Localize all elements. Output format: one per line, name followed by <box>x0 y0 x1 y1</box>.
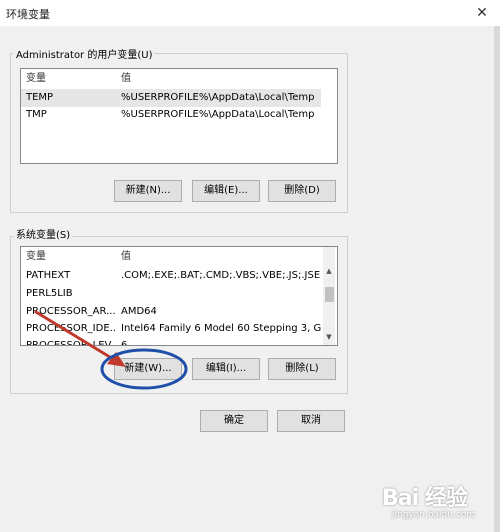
variable-name: PROCESSOR_LEV... <box>26 340 116 346</box>
window-title: 环境变量 <box>6 8 50 21</box>
close-icon[interactable]: ✕ <box>464 0 500 26</box>
system-variables-label: 系统变量(S) <box>14 226 73 241</box>
variable-name: TEMP <box>26 92 54 103</box>
variable-name: PERL5LIB <box>26 288 73 299</box>
variable-name: PATHEXT <box>26 270 71 281</box>
table-row[interactable]: TMP %USERPROFILE%\AppData\Local\Temp <box>21 106 321 124</box>
system-variables-list[interactable]: 变量 值 PATHEXT .COM;.EXE;.BAT;.CMD;.VBS;.V… <box>20 246 338 346</box>
system-list-scrollbar[interactable]: ▲ ▼ <box>323 247 335 345</box>
table-row[interactable]: PERL5LIB <box>21 285 321 303</box>
column-name-header[interactable]: 变量 <box>26 248 116 266</box>
user-new-button[interactable]: 新建(N)... <box>114 180 182 202</box>
user-variables-label: Administrator 的用户变量(U) <box>14 46 155 61</box>
scroll-down-icon[interactable]: ▼ <box>323 333 335 341</box>
table-row[interactable]: PATHEXT .COM;.EXE;.BAT;.CMD;.VBS;.VBE;.J… <box>21 267 321 285</box>
variable-value: .COM;.EXE;.BAT;.CMD;.VBS;.VBE;.JS;.JSE;.… <box>121 270 321 281</box>
cancel-button[interactable]: 取消 <box>277 410 345 432</box>
window-edge <box>494 26 500 532</box>
user-delete-button[interactable]: 删除(D) <box>268 180 336 202</box>
variable-value: Intel64 Family 6 Model 60 Stepping 3, G.… <box>121 323 321 334</box>
user-variables-list[interactable]: 变量 值 TEMP %USERPROFILE%\AppData\Local\Te… <box>20 68 338 164</box>
list-header: 变量 值 <box>21 70 337 88</box>
variable-name: PROCESSOR_IDE... <box>26 323 116 334</box>
system-new-button[interactable]: 新建(W)... <box>114 358 182 380</box>
variable-name: PROCESSOR_AR... <box>26 306 116 317</box>
system-delete-button[interactable]: 删除(L) <box>268 358 336 380</box>
table-row[interactable]: PROCESSOR_LEV... 6 <box>21 337 321 346</box>
column-value-header[interactable]: 值 <box>121 70 321 88</box>
table-row[interactable]: PROCESSOR_AR... AMD64 <box>21 303 321 321</box>
scrollbar-thumb[interactable] <box>325 287 334 302</box>
table-row[interactable]: TEMP %USERPROFILE%\AppData\Local\Temp <box>21 89 321 107</box>
title-bar: 环境变量 ✕ <box>0 0 500 26</box>
table-row[interactable]: PROCESSOR_IDE... Intel64 Family 6 Model … <box>21 320 321 338</box>
variable-value: 6 <box>121 340 128 346</box>
baidu-watermark: Bai 经验 <box>382 486 468 511</box>
system-edit-button[interactable]: 编辑(I)... <box>192 358 260 380</box>
column-value-header[interactable]: 值 <box>121 248 321 266</box>
variable-value: %USERPROFILE%\AppData\Local\Temp <box>121 109 315 120</box>
variable-value: AMD64 <box>121 306 157 317</box>
scroll-up-icon[interactable]: ▲ <box>323 267 335 275</box>
list-header: 变量 值 <box>21 248 321 266</box>
variable-name: TMP <box>26 109 47 120</box>
column-name-header[interactable]: 变量 <box>26 70 116 88</box>
ok-button[interactable]: 确定 <box>200 410 268 432</box>
variable-value: %USERPROFILE%\AppData\Local\Temp <box>121 92 315 103</box>
user-edit-button[interactable]: 编辑(E)... <box>192 180 260 202</box>
watermark-url: jingyan.baidu.com <box>392 510 476 520</box>
